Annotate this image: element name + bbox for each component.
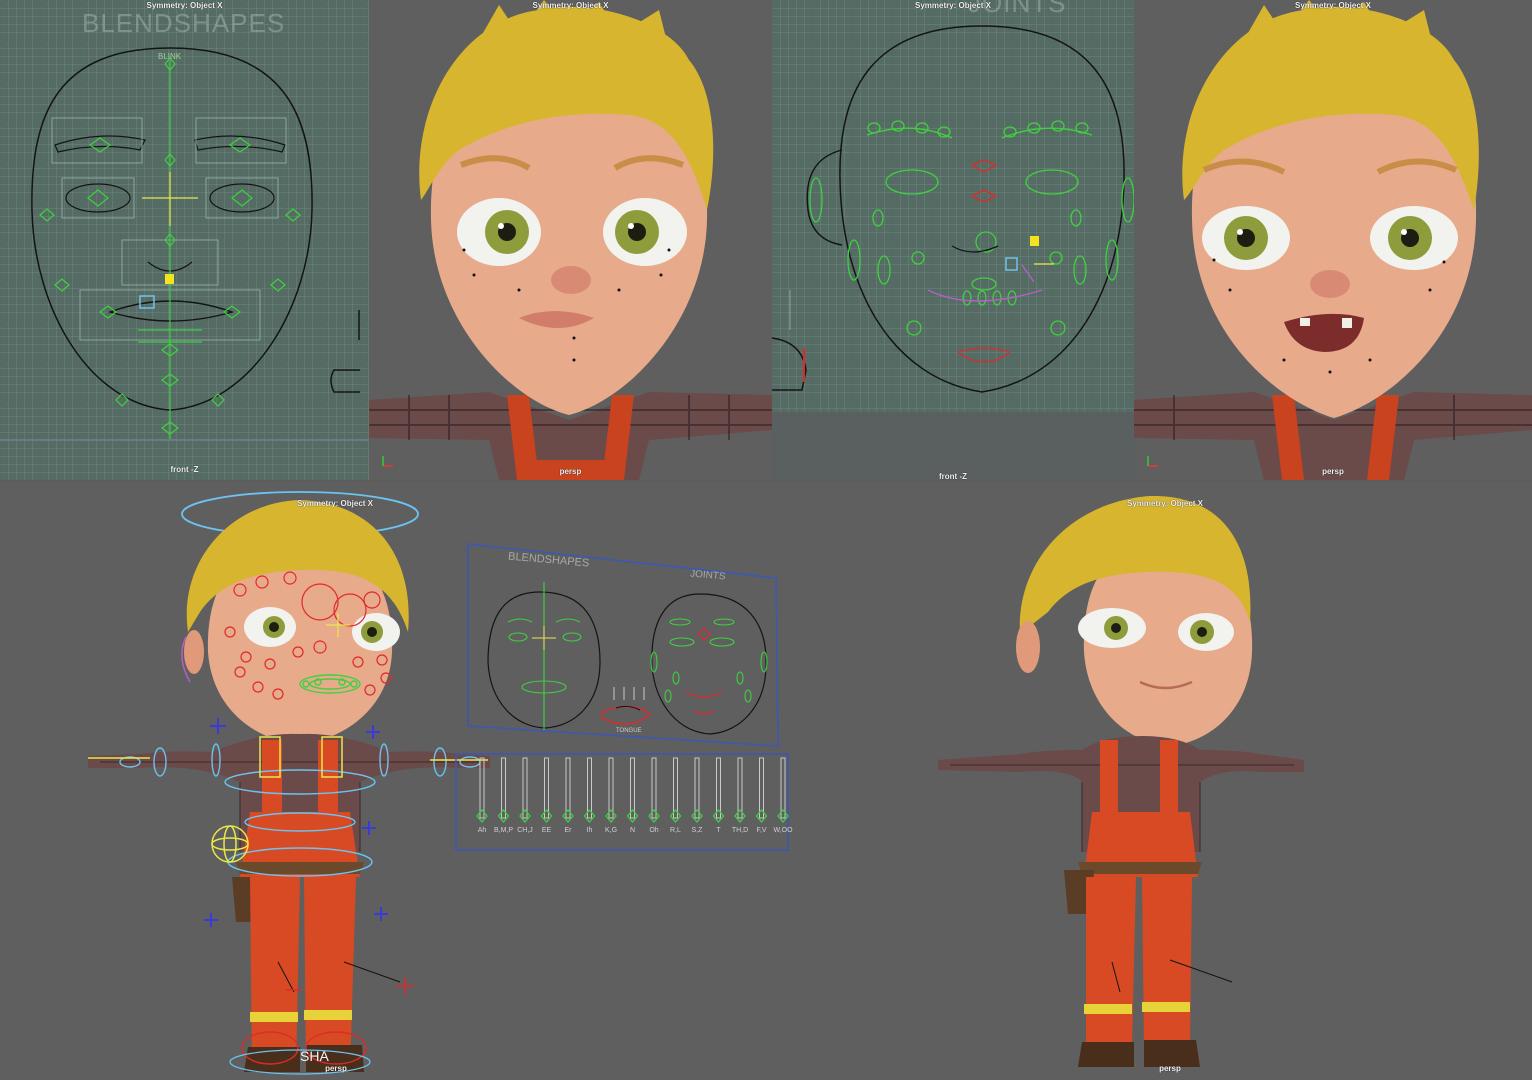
axis-gizmo-icon — [1146, 454, 1160, 468]
slider-handle-11[interactable] — [712, 808, 725, 824]
slider-handle-13[interactable] — [755, 808, 768, 824]
phoneme-label: B,M,P — [493, 827, 514, 834]
camera-name: front -Z — [170, 465, 199, 474]
slider-handle-4[interactable] — [562, 808, 574, 824]
symmetry-indicator: Symmetry: Object X — [146, 1, 223, 10]
slider-handle-0[interactable] — [476, 808, 488, 824]
camera-name: persp — [559, 467, 582, 476]
phoneme-label: EE — [541, 827, 552, 834]
character-face-model[interactable] — [1134, 0, 1532, 480]
ground-label: SHA — [300, 1048, 329, 1064]
face-control-rig-curves[interactable] — [0, 0, 369, 480]
symmetry-indicator: Symmetry: Object X — [914, 1, 992, 10]
slider-handle-2[interactable] — [519, 808, 531, 824]
viewport-persp-face-neutral[interactable]: Symmetry: Object X persp — [369, 0, 772, 480]
symmetry-indicator: Symmetry: Object X — [1126, 499, 1204, 508]
character-body-model[interactable] — [820, 482, 1532, 1080]
character-face-model[interactable] — [369, 0, 772, 480]
viewport-persp-body-clean[interactable]: Symmetry: Object X persp — [820, 482, 1532, 1080]
symmetry-indicator: Symmetry: Object X — [1294, 1, 1372, 10]
phoneme-label: K,G — [604, 827, 618, 834]
camera-name: persp — [325, 1064, 347, 1073]
slider-handle-8[interactable] — [648, 808, 660, 824]
camera-name: persp — [1159, 1064, 1181, 1073]
blink-label: BLINK — [158, 52, 182, 61]
phoneme-label: Er — [564, 827, 572, 834]
slider-handle-5[interactable] — [583, 808, 596, 824]
phoneme-label: S,Z — [691, 827, 703, 834]
viewport-front-joints[interactable]: JOINTS Symmetry: Object X front -Z — [772, 0, 1134, 480]
phoneme-label: W,OO — [773, 827, 793, 834]
slider-handle-10[interactable] — [691, 808, 703, 824]
symmetry-indicator: Symmetry: Object X — [296, 499, 374, 508]
phoneme-label: Ah — [477, 827, 487, 834]
slider-handle-7[interactable] — [626, 808, 639, 824]
slider-handle-9[interactable] — [669, 808, 682, 824]
camera-name: persp — [1322, 467, 1344, 476]
joint-control-curves[interactable] — [772, 0, 1134, 480]
slider-handle-14[interactable] — [777, 808, 789, 824]
axis-gizmo-icon — [381, 454, 395, 468]
phoneme-label: F,V — [756, 827, 767, 834]
phoneme-label: CH,J — [517, 827, 533, 834]
viewport-persp-rigged-body[interactable]: BLENDSHAPES JOINTS TONGUE Ah B,M,P CH,J EE E… — [0, 482, 820, 1080]
slider-handle-12[interactable] — [734, 808, 746, 824]
phoneme-label: Ih — [586, 827, 593, 834]
slider-handle-6[interactable] — [605, 808, 617, 824]
viewport-front-blendshapes[interactable]: BLENDSHAPES BLINK Symmetry: Object X fro… — [0, 0, 369, 480]
phoneme-label: N — [629, 827, 636, 834]
viewport-persp-face-smile[interactable]: Symmetry: Object X persp — [1134, 0, 1532, 480]
phoneme-label: TH,D — [731, 827, 749, 834]
slider-handle-3[interactable] — [540, 808, 553, 824]
phoneme-label: T — [716, 827, 721, 834]
slider-handle-1[interactable] — [497, 808, 510, 824]
phoneme-label: Oh — [649, 827, 659, 834]
tongue-label: TONGUE — [616, 728, 642, 734]
face-gui-panel — [467, 543, 779, 747]
camera-name: front -Z — [939, 472, 967, 480]
phoneme-label: R,L — [670, 827, 681, 834]
symmetry-indicator: Symmetry: Object X — [532, 1, 609, 10]
